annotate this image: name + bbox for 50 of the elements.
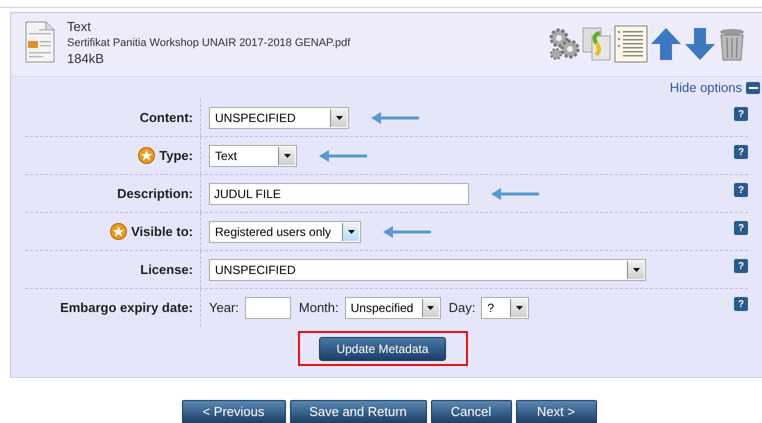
- year-label: Year:: [209, 299, 239, 318]
- nav-button[interactable]: Save and Return: [290, 400, 426, 423]
- annotation-arrow: [371, 112, 419, 124]
- caret-icon: [627, 260, 644, 278]
- field-label: Visible to:: [131, 222, 193, 241]
- dropdown[interactable]: Registered users only: [209, 220, 361, 242]
- dropdown[interactable]: UNSPECIFIED: [209, 106, 349, 128]
- caret-icon: [422, 299, 439, 317]
- text-field[interactable]: JUDUL FILE: [209, 182, 469, 204]
- move-up-icon[interactable]: [650, 27, 682, 61]
- field-label: Content:: [140, 108, 193, 127]
- file-name: Sertifikat Panitia Workshop UNAIR 2017-2018 GENAP.pdf: [67, 36, 350, 51]
- help-icon[interactable]: ?: [734, 221, 748, 235]
- caret-icon: [342, 222, 359, 240]
- caret-icon: [510, 299, 528, 317]
- file-size: 184kB: [67, 51, 105, 67]
- month-label: Month:: [298, 299, 339, 318]
- field-label: Type:: [159, 146, 193, 165]
- annotation-arrow: [319, 150, 367, 162]
- day-dropdown[interactable]: ?: [481, 297, 530, 319]
- help-icon[interactable]: ?: [734, 145, 748, 159]
- nav-button[interactable]: Next >: [516, 400, 596, 423]
- nav-button[interactable]: Cancel: [430, 400, 512, 423]
- help-icon[interactable]: ?: [734, 183, 748, 197]
- day-label: Day:: [448, 299, 476, 318]
- hide-options-link[interactable]: Hide options: [670, 78, 760, 98]
- field-label: Embargo expiry date:: [60, 299, 193, 318]
- annotation-arrow: [491, 188, 539, 200]
- nav-button[interactable]: < Previous: [182, 400, 286, 423]
- move-down-icon[interactable]: [684, 27, 716, 61]
- file-type: Text: [67, 19, 92, 35]
- update-metadata-button[interactable]: Update Metadata: [319, 336, 446, 360]
- caret-icon: [330, 108, 347, 126]
- replace-file-icon[interactable]: [582, 27, 612, 61]
- field-label: License:: [140, 260, 193, 279]
- dropdown[interactable]: Text: [209, 144, 297, 166]
- trash-icon[interactable]: [718, 27, 746, 61]
- help-icon[interactable]: ?: [734, 107, 748, 121]
- help-icon[interactable]: ?: [734, 297, 748, 311]
- help-icon[interactable]: ?: [734, 259, 748, 273]
- dropdown[interactable]: UNSPECIFIED: [209, 258, 646, 280]
- collapse-icon[interactable]: [746, 82, 760, 94]
- list-icon[interactable]: [614, 25, 648, 63]
- caret-icon: [278, 146, 295, 164]
- gears-icon[interactable]: [548, 27, 580, 61]
- document-icon: [25, 21, 55, 63]
- year-field[interactable]: [244, 297, 291, 319]
- annotation-arrow: [383, 226, 431, 238]
- field-label: Description:: [117, 184, 193, 203]
- month-dropdown[interactable]: Unspecified: [344, 297, 441, 319]
